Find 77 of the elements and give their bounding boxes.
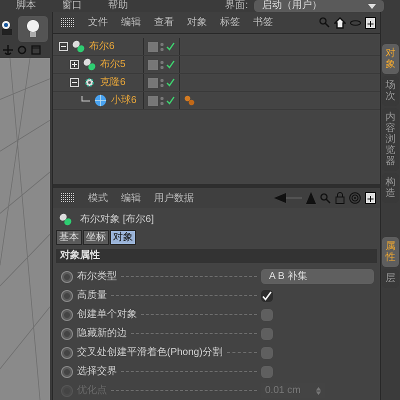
search-icon[interactable] — [320, 192, 331, 204]
property-label: 布尔类型 — [77, 270, 117, 284]
capsule-icon — [72, 40, 85, 53]
collapse-toggle[interactable] — [59, 42, 68, 51]
menu-item[interactable]: 帮助 — [108, 1, 128, 11]
checkbox[interactable] — [261, 346, 273, 358]
visibility-dots-icon[interactable] — [160, 78, 164, 88]
capsule-icon — [83, 58, 96, 71]
attribute-tab[interactable]: 坐标 — [83, 230, 109, 245]
light-bulb-icon — [26, 19, 40, 39]
checkbox[interactable] — [261, 328, 273, 340]
cloner-icon — [83, 76, 96, 89]
menu-item[interactable]: 书签 — [253, 15, 273, 30]
object-title: 布尔对象 [布尔6] — [80, 212, 154, 226]
layer-swatch[interactable] — [148, 42, 158, 52]
ellipse-icon[interactable] — [350, 20, 361, 26]
layer-swatch[interactable] — [148, 60, 158, 70]
lock-icon[interactable] — [335, 192, 345, 204]
grip-icon[interactable] — [61, 18, 75, 28]
side-tab[interactable]: 属性 — [382, 237, 399, 267]
expand-toggle[interactable] — [70, 60, 79, 69]
checkbox[interactable] — [261, 366, 273, 378]
menu-item[interactable]: 编辑 — [121, 15, 141, 30]
object-name[interactable]: 布尔6 — [89, 39, 115, 54]
animate-toggle[interactable] — [61, 290, 73, 302]
new-window-icon[interactable] — [365, 16, 376, 28]
window-icon[interactable] — [31, 45, 41, 55]
home-icon[interactable] — [334, 16, 346, 28]
capsule-icon — [59, 212, 72, 226]
light-button[interactable] — [18, 16, 48, 42]
attribute-tab[interactable]: 基本 — [56, 230, 82, 245]
grip-icon[interactable] — [61, 193, 75, 203]
property-label: 选择交界 — [77, 364, 117, 379]
visibility-dots-icon[interactable] — [160, 60, 164, 70]
dropdown-field[interactable]: A B 补集 — [261, 269, 374, 284]
animate-toggle[interactable] — [61, 308, 73, 320]
menu-item[interactable]: 文件 — [88, 15, 108, 30]
menu-item[interactable]: 标签 — [220, 15, 240, 30]
menu-item[interactable]: 模式 — [88, 190, 108, 206]
layout-label: 界面: — [225, 1, 248, 11]
animate-toggle[interactable] — [61, 346, 73, 358]
menu-item[interactable]: 对象 — [187, 15, 207, 30]
attribute-tab[interactable]: 对象 — [110, 230, 136, 245]
animate-toggle[interactable] — [61, 328, 73, 340]
object-name[interactable]: 小球6 — [111, 93, 137, 108]
up-arrow-icon[interactable] — [306, 192, 316, 204]
menu-item[interactable]: 用户数据 — [154, 190, 194, 206]
menu-item[interactable]: 查看 — [154, 15, 174, 30]
side-tab[interactable]: 对象 — [382, 44, 399, 74]
move-icon[interactable] — [3, 45, 13, 55]
animate-toggle[interactable] — [61, 270, 73, 282]
search-icon[interactable] — [319, 17, 330, 28]
rotate-icon[interactable] — [17, 45, 27, 55]
stepper-icon[interactable] — [316, 386, 321, 394]
property-label: 创建单个对象 — [77, 308, 137, 322]
property-label: 隐藏新的边 — [77, 326, 127, 341]
visibility-dots-icon[interactable] — [160, 96, 164, 106]
menu-item[interactable]: 脚本 — [16, 1, 36, 11]
property-label: 高质量 — [77, 288, 107, 303]
layer-swatch[interactable] — [148, 96, 158, 106]
material-tag-icon[interactable] — [184, 95, 195, 106]
target-icon[interactable] — [349, 192, 361, 204]
sphere-icon — [94, 94, 107, 107]
object-name[interactable]: 克隆6 — [100, 75, 126, 90]
checkbox[interactable] — [261, 290, 273, 302]
new-window-icon[interactable] — [365, 192, 376, 204]
menu-item[interactable]: 编辑 — [121, 190, 141, 206]
caret-icon — [368, 4, 376, 8]
checkbox[interactable] — [261, 308, 273, 320]
animate-toggle[interactable] — [61, 366, 73, 378]
layer-swatch[interactable] — [148, 78, 158, 88]
section-header: 对象属性 — [56, 249, 377, 263]
back-arrow-icon[interactable] — [274, 193, 302, 203]
visibility-dots-icon[interactable] — [160, 42, 164, 52]
collapse-toggle[interactable] — [70, 78, 79, 87]
property-label: 交叉处创建平滑着色(Phong)分割 — [77, 346, 223, 360]
object-name[interactable]: 布尔5 — [100, 57, 126, 72]
